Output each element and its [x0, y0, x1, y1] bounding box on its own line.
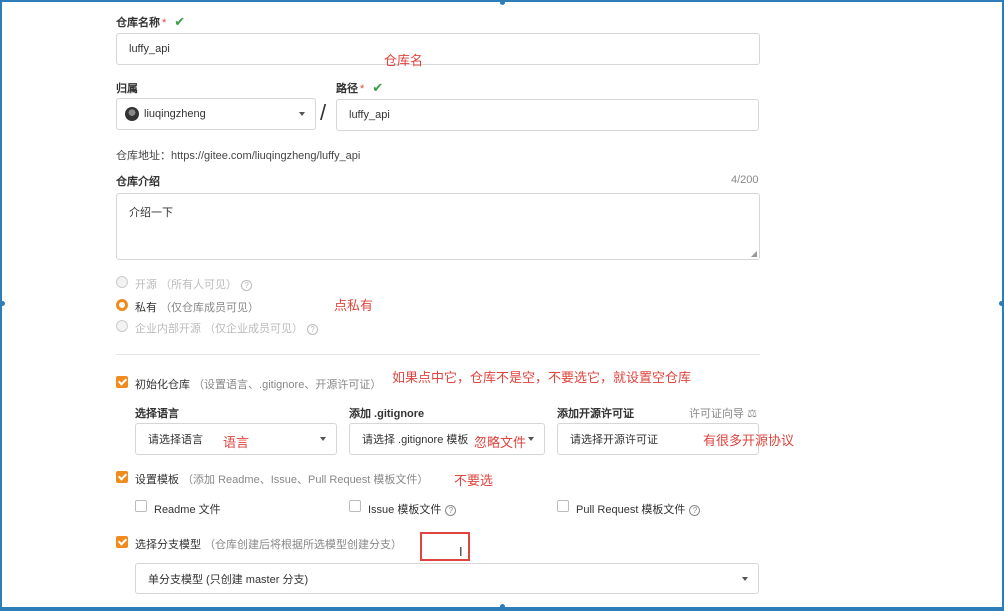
radio-public-label: 开源 （所有人可见）? [135, 276, 253, 292]
pull-request-label: Pull Request 模板文件? [576, 501, 701, 517]
help-icon[interactable]: ? [689, 505, 701, 516]
template-checkbox[interactable] [116, 471, 128, 483]
intro-textarea[interactable]: 介绍一下 ◢ [116, 193, 760, 260]
resize-handle-bottom[interactable] [500, 604, 505, 609]
repo-name-value: luffy_api [129, 43, 170, 55]
annotation-init-repo: 如果点中它，仓库不是空，不要选它，就设置空仓库 [392, 370, 692, 385]
chevron-down-icon [320, 437, 326, 441]
radio-public[interactable] [116, 276, 128, 288]
branch-model-select[interactable]: 单分支模型 (只创建 master 分支) [135, 563, 759, 594]
divider [116, 354, 760, 355]
help-icon[interactable]: ? [445, 505, 457, 516]
template-label: 设置模板 （添加 Readme、Issue、Pull Request 模板文件） [135, 474, 429, 486]
issue-checkbox[interactable] [349, 500, 361, 512]
required-mark: * [360, 83, 365, 95]
gitignore-label: 添加 .gitignore [349, 408, 425, 420]
owner-value: liuqingzheng [144, 108, 206, 120]
readme-label: Readme 文件 [154, 504, 221, 516]
license-placeholder: 请选择开源许可证 [570, 434, 658, 446]
branch-model-label: 选择分支模型 （仓库创建后将根据所选模型创建分支） [135, 539, 403, 551]
gitignore-placeholder: 请选择 .gitignore 模板 [362, 434, 469, 446]
owner-select[interactable]: liuqingzheng [116, 98, 316, 130]
repo-address: 仓库地址：https://gitee.com/liuqingzheng/luff… [116, 150, 361, 162]
resize-grip-icon[interactable]: ◢ [751, 249, 757, 258]
path-separator: / [320, 100, 327, 125]
annotation-language: 语言 [223, 435, 250, 450]
language-placeholder: 请选择语言 [148, 434, 203, 446]
avatar [125, 107, 139, 121]
text-cursor-icon: I [459, 544, 463, 559]
resize-handle-left[interactable] [0, 301, 5, 306]
pull-request-checkbox[interactable] [557, 500, 569, 512]
branch-model-checkbox[interactable] [116, 536, 128, 548]
resize-handle-right[interactable] [999, 301, 1004, 306]
help-icon[interactable]: ? [307, 324, 319, 335]
intro-counter: 4/200 [731, 174, 759, 186]
readme-checkbox[interactable] [135, 500, 147, 512]
annotation-private: 点私有 [334, 298, 374, 313]
annotation-license: 有很多开源协议 [703, 433, 795, 448]
intro-value: 介绍一下 [129, 207, 173, 219]
annotation-template: 不要选 [454, 473, 494, 488]
annotation-repo-name: 仓库名 [384, 53, 424, 68]
radio-enterprise-label: 企业内部开源 （仅企业成员可见）? [135, 320, 319, 336]
valid-check-icon: ✔ [174, 14, 186, 29]
chevron-down-icon [742, 576, 748, 581]
chevron-down-icon [528, 437, 534, 441]
license-label: 添加开源许可证 [557, 408, 634, 420]
radio-private[interactable] [116, 299, 128, 311]
init-repo-label: 初始化仓库 （设置语言、.gitignore、开源许可证） [135, 379, 382, 391]
language-label: 选择语言 [135, 408, 179, 420]
license-guide-link[interactable]: 许可证向导 ⚖ [689, 405, 757, 421]
chevron-down-icon [299, 112, 305, 116]
repo-name-label: 仓库名称 * ✔ [116, 14, 186, 29]
radio-enterprise[interactable] [116, 320, 128, 332]
resize-handle-top[interactable] [500, 0, 505, 5]
path-value: luffy_api [349, 109, 390, 121]
repo-name-input[interactable]: luffy_api [116, 33, 760, 65]
owner-label: 归属 [116, 83, 138, 95]
scale-icon: ⚖ [747, 408, 757, 420]
intro-label: 仓库介绍 [116, 176, 160, 188]
path-input[interactable]: luffy_api [336, 99, 759, 131]
branch-model-value: 单分支模型 (只创建 master 分支) [148, 573, 309, 586]
help-icon[interactable]: ? [241, 280, 253, 291]
issue-label: Issue 模板文件? [368, 501, 457, 517]
path-label: 路径 * ✔ [336, 80, 384, 95]
required-mark: * [162, 17, 167, 29]
radio-private-label: 私有 （仅仓库成员可见） [135, 302, 260, 314]
annotation-gitignore: 忽略文件 [474, 435, 527, 450]
init-repo-checkbox[interactable] [116, 376, 128, 388]
valid-check-icon: ✔ [372, 80, 384, 95]
